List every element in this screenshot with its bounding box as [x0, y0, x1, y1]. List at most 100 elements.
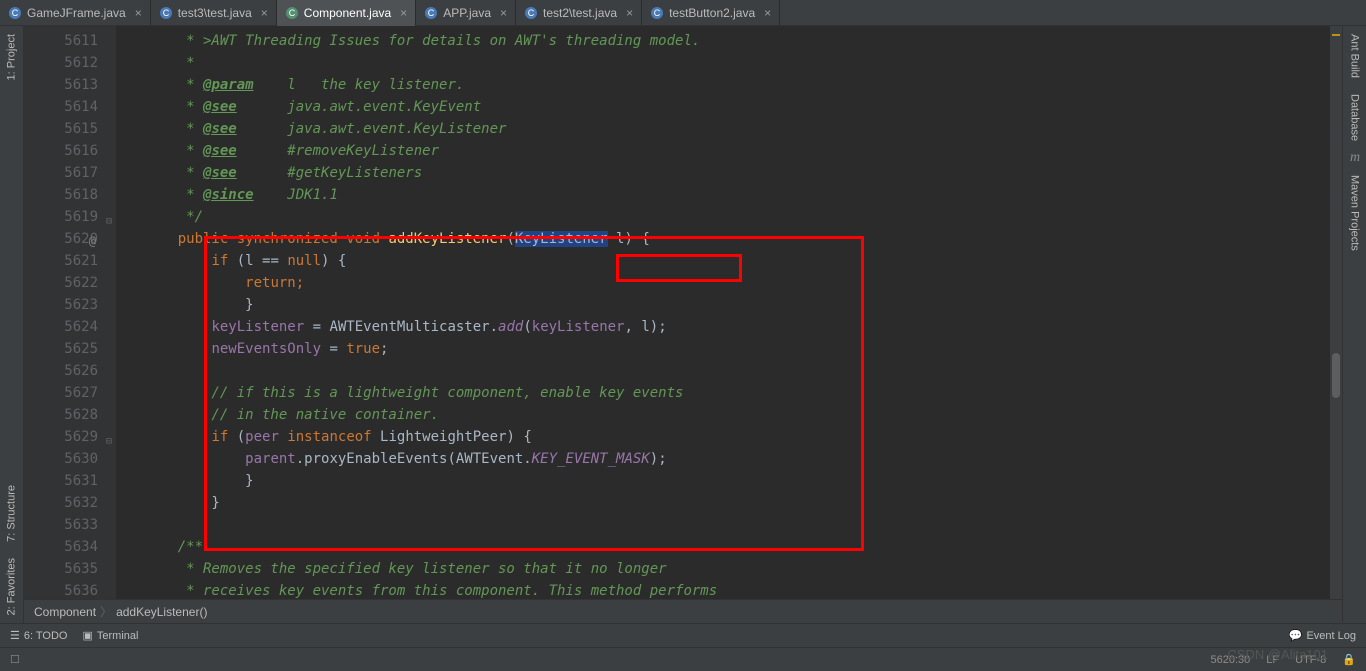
favorites-tool[interactable]: 2: Favorites — [0, 550, 23, 623]
tab-label: testButton2.java — [669, 6, 755, 20]
todo-label: 6: TODO — [24, 630, 68, 642]
breadcrumb-item[interactable]: addKeyListener() — [116, 605, 207, 619]
tab-app-java[interactable]: C APP.java × — [416, 0, 516, 26]
code-line: */ — [144, 206, 1342, 228]
code-line: if (l == null) { — [144, 250, 1342, 272]
svg-text:C: C — [654, 8, 661, 18]
line-number: 5624 — [24, 316, 98, 338]
code-line — [144, 514, 1342, 536]
ant-build-tool[interactable]: Ant Build — [1343, 26, 1366, 86]
maven-tool[interactable]: Maven Projects — [1343, 167, 1366, 259]
code-line: * >AWT Threading Issues for details on A… — [144, 30, 1342, 52]
breadcrumbs: Component 〉 addKeyListener() — [24, 599, 1342, 623]
database-tool[interactable]: Database — [1343, 86, 1366, 149]
close-icon[interactable]: × — [500, 6, 507, 20]
code-line: * @param l the key listener. — [144, 74, 1342, 96]
fold-icon[interactable]: ⊟ — [100, 431, 112, 443]
breadcrumb-item[interactable]: Component — [34, 605, 96, 619]
close-icon[interactable]: × — [764, 6, 771, 20]
code-line: * @see java.awt.event.KeyEvent — [144, 96, 1342, 118]
line-number: 5633 — [24, 514, 98, 536]
left-tool-rail: 1: Project 7: Structure2: Favorites — [0, 26, 24, 623]
scrollbar-thumb[interactable] — [1332, 353, 1340, 398]
terminal-icon: ▣ — [82, 629, 92, 642]
line-number: 5618 — [24, 184, 98, 206]
tab-test2-test-java[interactable]: Ctest2\test.java × — [516, 0, 642, 26]
line-number: 5636 — [24, 580, 98, 599]
line-number: 5611 — [24, 30, 98, 52]
lock-icon: 🔒 — [1342, 653, 1356, 666]
svg-text:C: C — [12, 8, 19, 18]
line-number: 5630 — [24, 448, 98, 470]
class-icon: C — [524, 6, 538, 20]
chevron-right-icon: 〉 — [100, 603, 112, 620]
status-bar: ☐ 5620:30 LF UTF-8 🔒 CSDN @Alita101 — [0, 647, 1366, 671]
line-number: 5620@ — [24, 228, 98, 250]
fold-icon[interactable]: ⊟ — [100, 211, 112, 223]
code-line: } — [144, 294, 1342, 316]
structure-tool[interactable]: 7: Structure — [0, 477, 23, 550]
gutter: 561156125613561456155616561756185619⊟562… — [24, 26, 116, 599]
class-lib-icon: C — [285, 6, 299, 20]
line-number: 5616 — [24, 140, 98, 162]
bottom-tool-bar: ☰ 6: TODO ▣ Terminal 💬 Event Log — [0, 623, 1366, 647]
event-log-icon: 💬 — [1289, 629, 1303, 642]
code-line: // in the native container. — [144, 404, 1342, 426]
line-number: 5628 — [24, 404, 98, 426]
code-editor[interactable]: 561156125613561456155616561756185619⊟562… — [24, 26, 1342, 599]
line-number: 5617 — [24, 162, 98, 184]
svg-text:C: C — [528, 8, 535, 18]
line-number: 5635 — [24, 558, 98, 580]
code-line: * @see #getKeyListeners — [144, 162, 1342, 184]
right-tool-rail: Ant BuildDatabasemMaven Projects — [1342, 26, 1366, 623]
code-line: return; — [144, 272, 1342, 294]
watermark: CSDN @Alita101 — [1227, 647, 1328, 662]
code-line: } — [144, 470, 1342, 492]
tab-label: APP.java — [443, 6, 491, 20]
code-line: parent.proxyEnableEvents(AWTEvent.KEY_EV… — [144, 448, 1342, 470]
code-line: } — [144, 492, 1342, 514]
close-icon[interactable]: × — [626, 6, 633, 20]
line-number: 5626 — [24, 360, 98, 382]
class-icon: C — [650, 6, 664, 20]
line-number: 5625 — [24, 338, 98, 360]
maven-icon: m — [1343, 149, 1366, 167]
svg-text:C: C — [162, 8, 169, 18]
code-line: * receives key events from this componen… — [144, 580, 1342, 599]
tab-label: test3\test.java — [178, 6, 252, 20]
tab-test3-test-java[interactable]: Ctest3\test.java × — [151, 0, 277, 26]
terminal-tool-button[interactable]: ▣ Terminal — [82, 629, 138, 642]
line-number: 5615 — [24, 118, 98, 140]
tab-testbutton2-java[interactable]: CtestButton2.java × — [642, 0, 780, 26]
line-number: 5612 — [24, 52, 98, 74]
line-number: 5629⊟ — [24, 426, 98, 448]
code-area[interactable]: * >AWT Threading Issues for details on A… — [116, 26, 1342, 599]
line-number: 5621 — [24, 250, 98, 272]
code-line: * @since JDK1.1 — [144, 184, 1342, 206]
todo-tool-button[interactable]: ☰ 6: TODO — [10, 629, 67, 642]
code-line — [144, 360, 1342, 382]
override-gutter-icon[interactable]: @ — [89, 230, 96, 252]
line-number: 5627 — [24, 382, 98, 404]
close-icon[interactable]: × — [135, 6, 142, 20]
project-tool[interactable]: 1: Project — [0, 26, 23, 88]
line-number: 5613 — [24, 74, 98, 96]
event-log-button[interactable]: 💬 Event Log — [1289, 629, 1356, 642]
code-line: * — [144, 52, 1342, 74]
line-number: 5631 — [24, 470, 98, 492]
class-icon: C — [8, 6, 22, 20]
code-line: newEventsOnly = true; — [144, 338, 1342, 360]
tab-gamejframe-java[interactable]: CGameJFrame.java× — [0, 0, 151, 26]
tab-label: test2\test.java — [543, 6, 617, 20]
line-number: 5634 — [24, 536, 98, 558]
editor-tabs: CGameJFrame.java×Ctest3\test.java×CCompo… — [0, 0, 1366, 26]
code-line: public synchronized void addKeyListener(… — [144, 228, 1342, 250]
svg-text:C: C — [289, 8, 296, 18]
close-icon[interactable]: × — [261, 6, 268, 20]
close-icon[interactable]: × — [400, 6, 407, 20]
vertical-scrollbar[interactable] — [1330, 26, 1342, 599]
tab-component-java[interactable]: CComponent.java× — [277, 0, 416, 26]
code-line: * Removes the specified key listener so … — [144, 558, 1342, 580]
code-line: keyListener = AWTEventMulticaster.add(ke… — [144, 316, 1342, 338]
class-icon: C — [424, 6, 438, 20]
